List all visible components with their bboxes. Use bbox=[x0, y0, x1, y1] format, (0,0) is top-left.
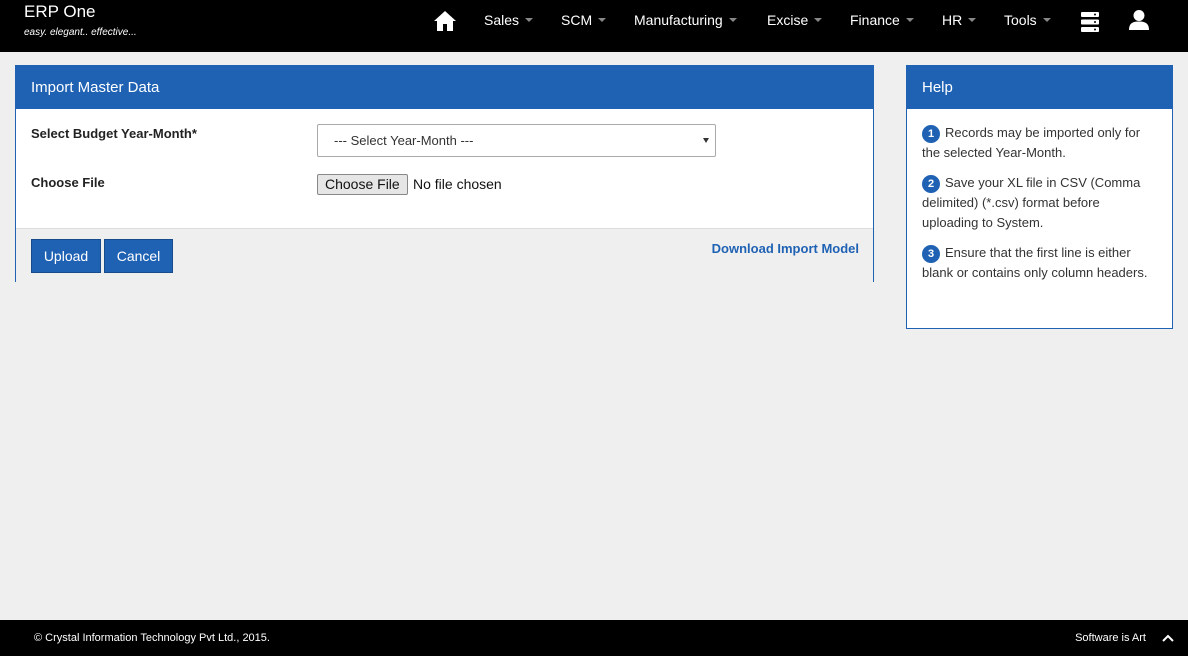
chevron-down-icon bbox=[525, 18, 534, 23]
nav-finance[interactable]: Finance bbox=[850, 12, 914, 28]
panel-title: Import Master Data bbox=[16, 66, 873, 109]
chevron-down-icon bbox=[728, 18, 737, 23]
choose-file-button[interactable]: Choose File bbox=[317, 174, 408, 195]
year-month-label: Select Budget Year-Month* bbox=[31, 126, 197, 141]
chevron-down-icon bbox=[905, 18, 914, 23]
number-badge: 2 bbox=[922, 175, 940, 193]
nav-sales[interactable]: Sales bbox=[484, 12, 534, 28]
slogan-text: Software is Art bbox=[1075, 632, 1146, 644]
help-list: 1 Records may be imported only for the se… bbox=[907, 109, 1172, 283]
app-name: ERP One bbox=[24, 2, 96, 21]
user-icon[interactable] bbox=[1128, 9, 1150, 31]
year-month-selected: --- Select Year-Month --- bbox=[334, 133, 474, 148]
number-badge: 1 bbox=[922, 125, 940, 143]
dropdown-arrow-icon bbox=[703, 138, 709, 143]
chevron-down-icon bbox=[968, 18, 977, 23]
nav-excise[interactable]: Excise bbox=[767, 12, 823, 28]
help-title: Help bbox=[907, 66, 1172, 109]
help-item: 2 Save your XL file in CSV (Comma delimit… bbox=[922, 175, 1141, 230]
help-item: 3 Ensure that the first line is either bl… bbox=[922, 245, 1148, 280]
home-icon[interactable] bbox=[433, 9, 457, 33]
nav-manufacturing[interactable]: Manufacturing bbox=[634, 12, 737, 28]
year-month-select[interactable]: --- Select Year-Month --- bbox=[317, 124, 716, 157]
import-master-data-panel: Import Master Data Select Budget Year-Mo… bbox=[15, 65, 874, 282]
help-item: 1 Records may be imported only for the se… bbox=[922, 125, 1141, 160]
choose-file-label: Choose File bbox=[31, 175, 105, 190]
nav-scm[interactable]: SCM bbox=[561, 12, 607, 28]
nav-hr[interactable]: HR bbox=[942, 12, 977, 28]
copyright-text: © Crystal Information Technology Pvt Ltd… bbox=[34, 632, 270, 644]
help-panel: Help 1 Records may be imported only for t… bbox=[906, 65, 1173, 329]
chevron-up-icon[interactable] bbox=[1162, 633, 1174, 643]
cancel-button[interactable]: Cancel bbox=[104, 239, 173, 273]
download-import-model-link[interactable]: Download Import Model bbox=[712, 241, 859, 256]
file-status: No file chosen bbox=[413, 176, 502, 192]
chevron-down-icon bbox=[598, 18, 607, 23]
app-tagline: easy. elegant.. effective... bbox=[24, 27, 137, 38]
nav-tools[interactable]: Tools bbox=[1004, 12, 1051, 28]
chevron-down-icon bbox=[1042, 18, 1051, 23]
panel-footer: Upload Cancel Download Import Model bbox=[16, 228, 873, 282]
upload-button[interactable]: Upload bbox=[31, 239, 101, 273]
top-navbar: ERP One easy. elegant.. effective... Sal… bbox=[0, 0, 1188, 52]
chevron-down-icon bbox=[814, 18, 823, 23]
page-footer: © Crystal Information Technology Pvt Ltd… bbox=[0, 620, 1188, 656]
server-icon[interactable] bbox=[1080, 11, 1100, 33]
brand[interactable]: ERP One easy. elegant.. effective... bbox=[24, 2, 137, 38]
number-badge: 3 bbox=[922, 245, 940, 263]
